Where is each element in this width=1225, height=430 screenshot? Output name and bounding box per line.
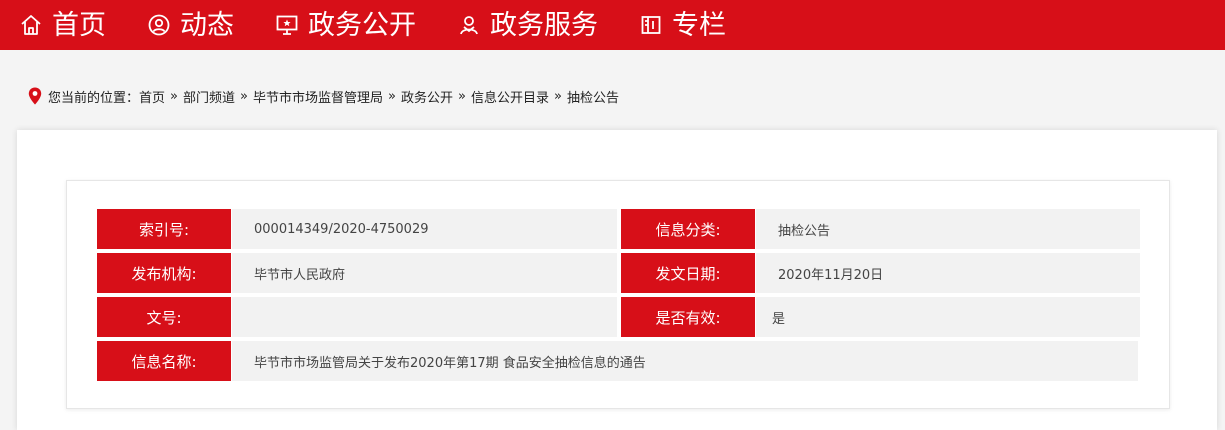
breadcrumb-item-inspection-notice[interactable]: 抽检公告: [567, 87, 619, 106]
validity-value: 是: [756, 297, 1140, 337]
info-category-value: 抽检公告: [756, 209, 1140, 249]
validity-label: 是否有效:: [621, 297, 755, 337]
publisher-label: 发布机构:: [97, 253, 231, 293]
book-icon: [638, 12, 664, 38]
breadcrumb-item-government-affairs[interactable]: 政务公开: [401, 87, 453, 106]
index-number-label: 索引号:: [97, 209, 231, 249]
info-category-label: 信息分类:: [621, 209, 755, 249]
user-circle-icon: [146, 12, 172, 38]
monitor-star-icon: [274, 12, 300, 38]
users-icon: [456, 12, 482, 38]
document-info-table: 索引号: 000014349/2020-4750029 信息分类: 抽检公告 发…: [66, 180, 1170, 409]
nav-item-label: 政务公开: [308, 9, 416, 41]
breadcrumb-item-department-channel[interactable]: 部门频道: [183, 87, 235, 106]
info-row: 文号: 是否有效: 是: [97, 297, 1140, 337]
breadcrumb-item-home[interactable]: 首页: [139, 87, 165, 106]
nav-item-government-affairs[interactable]: 政务公开: [274, 12, 416, 39]
publisher-value: 毕节市人民政府: [232, 253, 617, 293]
info-name-label: 信息名称:: [97, 341, 231, 381]
info-row: 索引号: 000014349/2020-4750029 信息分类: 抽检公告: [97, 209, 1140, 249]
location-pin-icon: [28, 87, 42, 105]
breadcrumb-item-info-catalog[interactable]: 信息公开目录: [471, 87, 549, 106]
document-number-value: [232, 297, 617, 337]
breadcrumb-separator: »: [553, 88, 562, 104]
issue-date-label: 发文日期:: [621, 253, 755, 293]
breadcrumb-prefix: 您当前的位置：: [48, 90, 140, 106]
issue-date-value: 2020年11月20日: [756, 253, 1140, 293]
nav-item-home[interactable]: 首页: [18, 12, 106, 39]
info-row: 发布机构: 毕节市人民政府 发文日期: 2020年11月20日: [97, 253, 1140, 293]
content-panel: 索引号: 000014349/2020-4750029 信息分类: 抽检公告 发…: [17, 130, 1217, 430]
document-number-label: 文号:: [97, 297, 231, 337]
breadcrumb-separator: »: [388, 88, 396, 104]
info-name-value: 毕节市市场监管局关于发布2020年第17期 食品安全抽检信息的通告: [232, 341, 1138, 381]
nav-item-special-column[interactable]: 专栏: [638, 12, 726, 39]
breadcrumb-item-market-supervision-bureau[interactable]: 毕节市市场监督管理局: [253, 87, 383, 106]
breadcrumb: 您当前的位置： 首页 » 部门频道 » 毕节市市场监督管理局 » 政务公开 » …: [28, 86, 619, 106]
nav-item-label: 政务服务: [490, 9, 598, 41]
nav-item-label: 专栏: [672, 9, 726, 41]
nav-item-news[interactable]: 动态: [146, 12, 234, 39]
home-icon: [18, 12, 44, 38]
top-navigation: 首页 动态 政务公开 政务服务 专栏: [0, 0, 1225, 50]
index-number-value: 000014349/2020-4750029: [232, 209, 617, 249]
breadcrumb-separator: »: [170, 88, 178, 104]
nav-item-label: 动态: [180, 9, 234, 41]
breadcrumb-separator: »: [457, 88, 466, 104]
info-row: 信息名称: 毕节市市场监管局关于发布2020年第17期 食品安全抽检信息的通告: [97, 341, 1138, 381]
nav-item-government-services[interactable]: 政务服务: [456, 12, 598, 39]
breadcrumb-separator: »: [240, 88, 248, 104]
nav-item-label: 首页: [52, 9, 106, 41]
